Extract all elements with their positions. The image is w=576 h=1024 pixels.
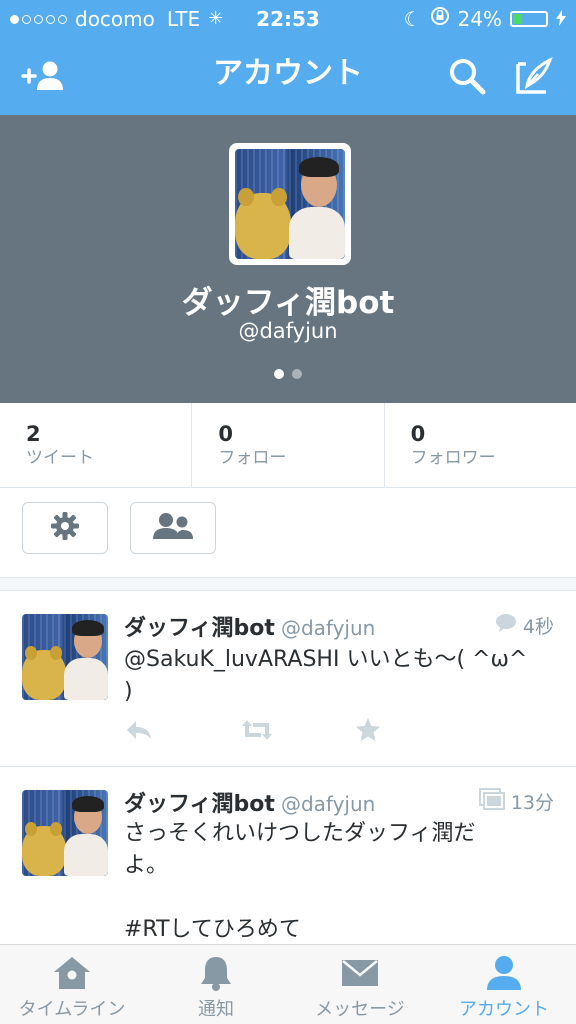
profile-avatar[interactable] xyxy=(229,143,351,265)
profile-display-name: ダッフィ潤bot xyxy=(181,285,395,321)
avatar-photo xyxy=(235,149,345,259)
tweet[interactable]: ダッフィ潤bot @dafyjun 4秒 @SakuK_luvARASHI いいと… xyxy=(0,610,576,766)
stat-tweets[interactable]: 2 ツイート xyxy=(0,403,193,487)
tab-label: アカウント xyxy=(459,999,549,1020)
stat-followers[interactable]: 0 フォロワー xyxy=(385,403,576,487)
rotation-lock-icon xyxy=(430,6,450,32)
tweet[interactable]: ダッフィ潤bot @dafyjun 13分 さっそくれいけつしたダッフィ潤だ よ。… xyxy=(0,786,576,944)
section-divider xyxy=(0,577,576,591)
settings-gear-icon xyxy=(49,510,81,546)
tweet-actions xyxy=(124,716,469,748)
tab-label: 通知 xyxy=(198,999,234,1020)
status-bar-right: ☾ 24% xyxy=(404,6,566,32)
tweet-time: 13分 xyxy=(478,788,554,815)
tweet-author-name[interactable]: ダッフィ潤bot xyxy=(124,616,275,641)
tweet-divider xyxy=(0,766,576,767)
people-icon xyxy=(150,511,196,545)
settings-button[interactable] xyxy=(22,502,108,554)
tweet-author-handle: @dafyjun xyxy=(280,616,376,640)
page-dot xyxy=(292,369,302,379)
stat-count: 2 xyxy=(26,422,41,446)
tweet-author-handle: @dafyjun xyxy=(280,792,376,816)
search-icon[interactable] xyxy=(443,54,491,98)
stat-label: フォロー xyxy=(218,448,287,468)
tab-notifications[interactable]: 通知 xyxy=(144,945,288,1024)
reply-button[interactable] xyxy=(124,716,239,748)
tweet-header: ダッフィ潤bot @dafyjun 4秒 xyxy=(124,610,554,641)
stat-following[interactable]: 0 フォロー xyxy=(192,403,385,487)
stat-label: ツイート xyxy=(26,448,94,468)
top-bar: docomo LTE ✳ 22:53 ☾ 24% アカウント xyxy=(0,0,576,115)
compose-icon[interactable] xyxy=(510,54,558,98)
retweet-button[interactable] xyxy=(239,716,354,748)
stat-count: 0 xyxy=(218,422,233,446)
tab-label: メッセージ xyxy=(315,999,405,1020)
profile-stats: 2 ツイート 0 フォロー 0 フォロワー xyxy=(0,403,576,488)
profile-handle: @dafyjun xyxy=(238,319,338,343)
page-indicator[interactable] xyxy=(274,369,302,379)
tab-bar: タイムライン 通知 メッセージ アカウント xyxy=(0,944,576,1024)
tweet-author-name[interactable]: ダッフィ潤bot xyxy=(124,792,275,817)
tab-messages[interactable]: メッセージ xyxy=(288,945,432,1024)
tab-account[interactable]: アカウント xyxy=(432,945,576,1024)
page-dot-active xyxy=(274,369,284,379)
tweet-time: 4秒 xyxy=(495,612,554,639)
battery-percent: 24% xyxy=(457,7,502,31)
tweet-timestamp: 4秒 xyxy=(522,616,554,638)
star-icon xyxy=(354,716,382,748)
tab-label: タイムライン xyxy=(18,999,126,1020)
tweet-timestamp: 13分 xyxy=(510,792,554,814)
favorite-button[interactable] xyxy=(354,716,469,748)
reply-arrow-icon xyxy=(124,718,154,746)
home-icon xyxy=(0,953,144,993)
bell-icon xyxy=(144,953,288,993)
retweet-icon xyxy=(239,718,275,746)
tweet-avatar[interactable] xyxy=(22,790,108,876)
tweet-text: さっそくれいけつしたダッフィ潤だ よ。 #RTしてひろめて xyxy=(124,821,476,942)
tab-timeline[interactable]: タイムライン xyxy=(0,945,144,1024)
tweet-header: ダッフィ潤bot @dafyjun 13分 xyxy=(124,786,554,817)
person-icon xyxy=(432,953,576,993)
tweet-avatar[interactable] xyxy=(22,614,108,700)
reply-bubble-icon xyxy=(495,613,517,638)
tweet-text: @SakuK_luvARASHI いいとも〜( ^ω^ ) xyxy=(124,647,528,704)
envelope-icon xyxy=(288,953,432,993)
charging-bolt-icon xyxy=(556,6,566,32)
stat-count: 0 xyxy=(410,422,426,446)
lists-button[interactable] xyxy=(130,502,216,554)
gallery-icon xyxy=(478,788,505,815)
moon-icon: ☾ xyxy=(403,7,422,31)
battery-icon xyxy=(510,11,548,27)
profile-header: ダッフィ潤bot @dafyjun xyxy=(0,115,576,403)
stat-label: フォロワー xyxy=(410,448,496,468)
